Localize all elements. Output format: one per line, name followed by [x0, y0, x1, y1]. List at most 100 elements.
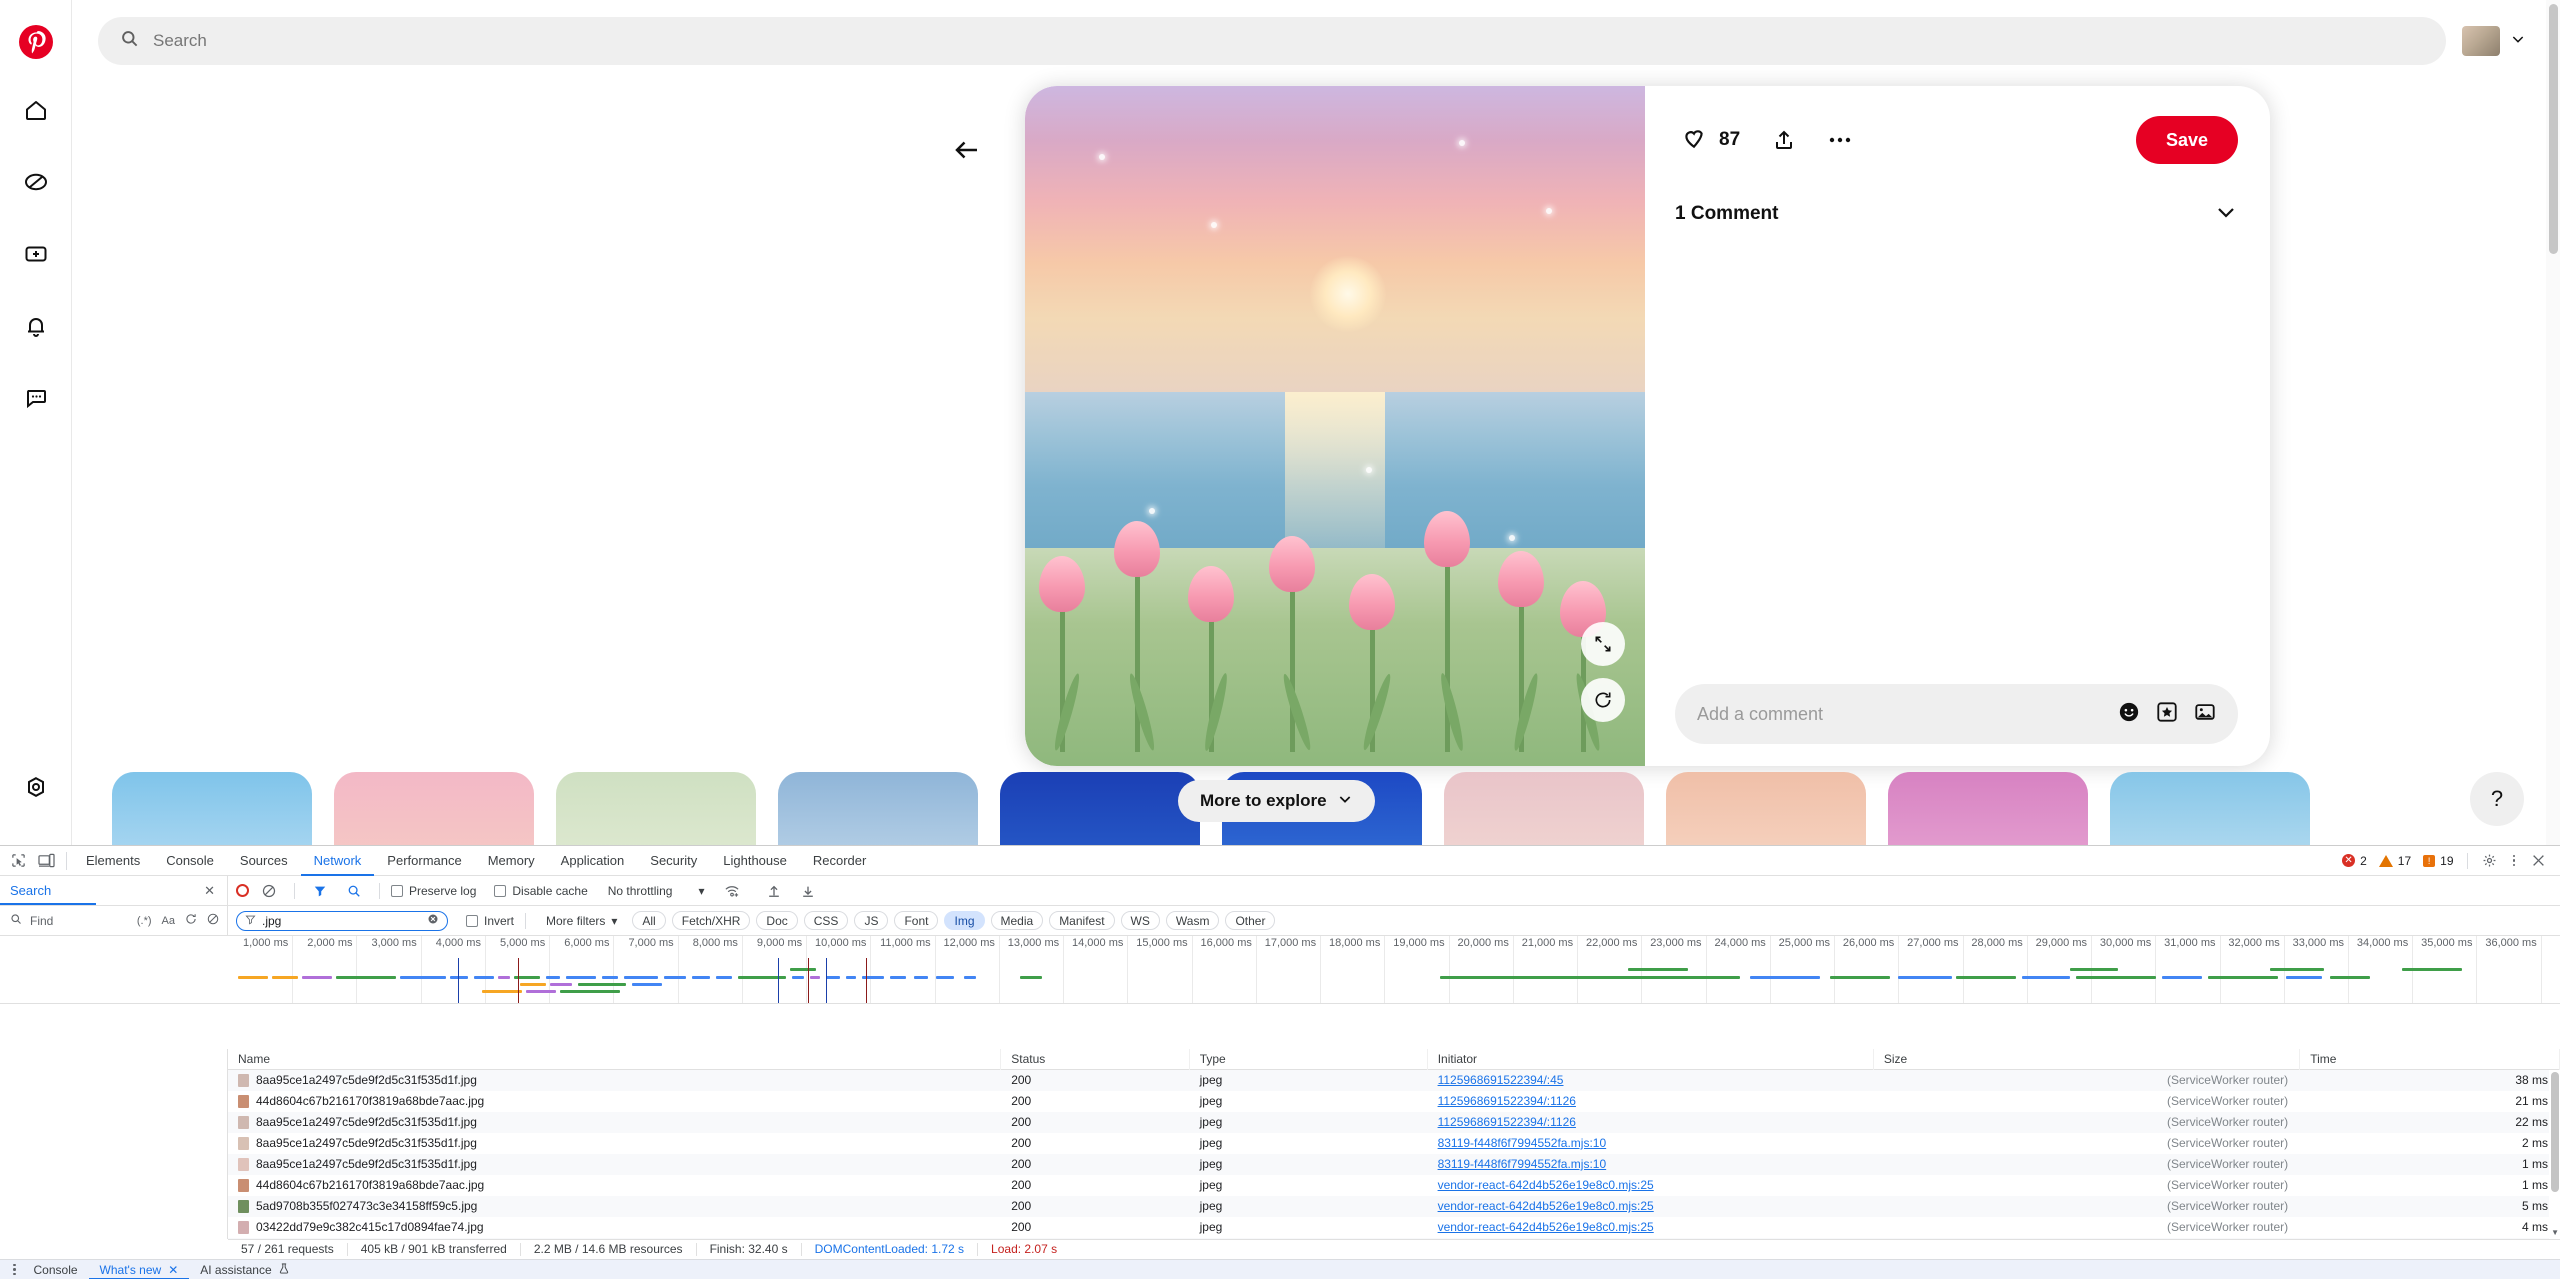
- sidebar-item-create[interactable]: [12, 230, 60, 278]
- explore-tile[interactable]: [1666, 772, 1866, 845]
- scrollbar-thumb[interactable]: [2549, 4, 2558, 254]
- filter-type-wasm[interactable]: Wasm: [1166, 911, 1220, 930]
- close-icon[interactable]: ✕: [204, 883, 215, 899]
- page-scrollbar[interactable]: [2546, 0, 2560, 845]
- account-menu[interactable]: [2462, 26, 2534, 56]
- initiator-link[interactable]: 83119-f448f6f7994552fa.mjs:10: [1438, 1136, 1607, 1150]
- filter-type-other[interactable]: Other: [1225, 911, 1275, 930]
- scroll-down-arrow[interactable]: ▼: [2551, 1228, 2559, 1237]
- tab-memory[interactable]: Memory: [475, 846, 548, 876]
- emoji-icon[interactable]: [2118, 701, 2140, 728]
- table-row[interactable]: 44d8604c67b216170f3819a68bde7aac.jpg200j…: [228, 1175, 2560, 1196]
- clear-filter-icon[interactable]: [427, 913, 439, 928]
- search-icon[interactable]: [340, 878, 368, 904]
- close-icon[interactable]: [2524, 848, 2552, 874]
- filter-icon[interactable]: [306, 878, 334, 904]
- pinterest-logo[interactable]: [16, 22, 56, 62]
- refresh-icon[interactable]: [185, 913, 197, 928]
- tab-application[interactable]: Application: [548, 846, 638, 876]
- preserve-log-checkbox[interactable]: Preserve log: [391, 884, 476, 898]
- error-counter[interactable]: ✕ 2: [2337, 854, 2372, 868]
- filter-type-fetch-xhr[interactable]: Fetch/XHR: [672, 911, 751, 930]
- filter-input[interactable]: .jpg: [236, 911, 448, 931]
- like-button[interactable]: 87: [1675, 119, 1746, 162]
- table-row[interactable]: 5ad9708b355f027473c3e34158ff59c5.jpg200j…: [228, 1196, 2560, 1217]
- table-scrollbar[interactable]: ▼: [2549, 1070, 2560, 1239]
- find-bar[interactable]: Find (.*) Aa: [0, 906, 228, 935]
- filter-type-font[interactable]: Font: [894, 911, 938, 930]
- filter-type-css[interactable]: CSS: [804, 911, 849, 930]
- filter-type-js[interactable]: JS: [854, 911, 888, 930]
- initiator-link[interactable]: 1125968691522394/:1126: [1438, 1115, 1576, 1129]
- table-row[interactable]: 44d8604c67b216170f3819a68bde7aac.jpg200j…: [228, 1091, 2560, 1112]
- more-options-button[interactable]: [1822, 129, 1858, 151]
- export-har-icon[interactable]: [794, 878, 822, 904]
- match-case-toggle[interactable]: Aa: [162, 915, 175, 927]
- refresh-image-button[interactable]: [1581, 678, 1625, 722]
- tab-recorder[interactable]: Recorder: [800, 846, 879, 876]
- devtools-more-icon[interactable]: [2506, 855, 2523, 867]
- back-button[interactable]: [945, 128, 989, 172]
- pin-image[interactable]: [1025, 86, 1645, 766]
- share-button[interactable]: [1766, 122, 1802, 158]
- chevron-down-icon[interactable]: [2510, 31, 2526, 52]
- tab-performance[interactable]: Performance: [374, 846, 474, 876]
- sidebar-item-notifications[interactable]: [12, 302, 60, 350]
- filter-type-doc[interactable]: Doc: [756, 911, 797, 930]
- import-har-icon[interactable]: [760, 878, 788, 904]
- column-header-status[interactable]: Status: [1001, 1049, 1189, 1070]
- sidebar-item-messages[interactable]: [12, 374, 60, 422]
- help-button[interactable]: ?: [2470, 772, 2524, 826]
- table-row[interactable]: 8aa95ce1a2497c5de9f2d5c31f535d1f.jpg200j…: [228, 1154, 2560, 1175]
- explore-tile[interactable]: [1000, 772, 1200, 845]
- initiator-link[interactable]: vendor-react-642d4b526e19e8c0.mjs:25: [1438, 1220, 1654, 1234]
- explore-tile[interactable]: [2110, 772, 2310, 845]
- expand-image-button[interactable]: [1581, 622, 1625, 666]
- tab-console[interactable]: Console: [153, 846, 227, 876]
- filter-type-ws[interactable]: WS: [1121, 911, 1160, 930]
- comments-toggle[interactable]: 1 Comment: [1675, 182, 2238, 246]
- drawer-tab-ai-assistance[interactable]: AI assistance: [189, 1260, 299, 1279]
- throttling-select[interactable]: No throttling ▾: [608, 884, 705, 898]
- filter-type-all[interactable]: All: [632, 911, 665, 930]
- clear-icon[interactable]: [255, 878, 283, 904]
- tab-lighthouse[interactable]: Lighthouse: [710, 846, 800, 876]
- invert-checkbox[interactable]: Invert: [466, 914, 514, 928]
- explore-tile[interactable]: [1444, 772, 1644, 845]
- avatar[interactable]: [2462, 26, 2500, 56]
- disable-cache-checkbox[interactable]: Disable cache: [494, 884, 587, 898]
- table-row[interactable]: 8aa95ce1a2497c5de9f2d5c31f535d1f.jpg200j…: [228, 1112, 2560, 1133]
- initiator-link[interactable]: 1125968691522394/:1126: [1438, 1094, 1576, 1108]
- network-timeline-overview[interactable]: 1,000 ms2,000 ms3,000 ms4,000 ms5,000 ms…: [0, 936, 2560, 1004]
- column-header-initiator[interactable]: Initiator: [1428, 1049, 1874, 1070]
- device-toolbar-icon[interactable]: [32, 848, 60, 874]
- save-button[interactable]: Save: [2136, 116, 2238, 164]
- issue-counter[interactable]: ! 19: [2418, 854, 2458, 868]
- table-row[interactable]: 8aa95ce1a2497c5de9f2d5c31f535d1f.jpg200j…: [228, 1133, 2560, 1154]
- filter-type-img[interactable]: Img: [944, 911, 984, 930]
- sticker-icon[interactable]: [2156, 701, 2178, 728]
- sidebar-item-settings[interactable]: [12, 763, 60, 811]
- search-drawer-tab[interactable]: Search ✕: [0, 876, 228, 905]
- close-icon[interactable]: ✕: [168, 1260, 178, 1279]
- explore-tile[interactable]: [778, 772, 978, 845]
- tab-network[interactable]: Network: [301, 846, 375, 876]
- warning-counter[interactable]: 17: [2374, 854, 2416, 868]
- sidebar-item-explore[interactable]: [12, 158, 60, 206]
- more-filters-dropdown[interactable]: More filters ▾: [537, 911, 626, 930]
- explore-tile[interactable]: [556, 772, 756, 845]
- initiator-link[interactable]: 1125968691522394/:45: [1438, 1073, 1564, 1087]
- more-to-explore-button[interactable]: More to explore: [1178, 780, 1375, 822]
- explore-tile[interactable]: [112, 772, 312, 845]
- drawer-more-icon[interactable]: [6, 1264, 23, 1276]
- record-icon[interactable]: [236, 884, 249, 897]
- table-row[interactable]: 8aa95ce1a2497c5de9f2d5c31f535d1f.jpg200j…: [228, 1070, 2560, 1091]
- photo-icon[interactable]: [2194, 701, 2216, 728]
- gear-icon[interactable]: [2476, 848, 2504, 874]
- scrollbar-thumb[interactable]: [2551, 1072, 2559, 1192]
- column-header-type[interactable]: Type: [1190, 1049, 1428, 1070]
- column-header-time[interactable]: Time: [2300, 1049, 2560, 1070]
- column-header-size[interactable]: Size: [1874, 1049, 2300, 1070]
- inspect-element-icon[interactable]: [4, 848, 32, 874]
- clear-icon[interactable]: [207, 913, 219, 928]
